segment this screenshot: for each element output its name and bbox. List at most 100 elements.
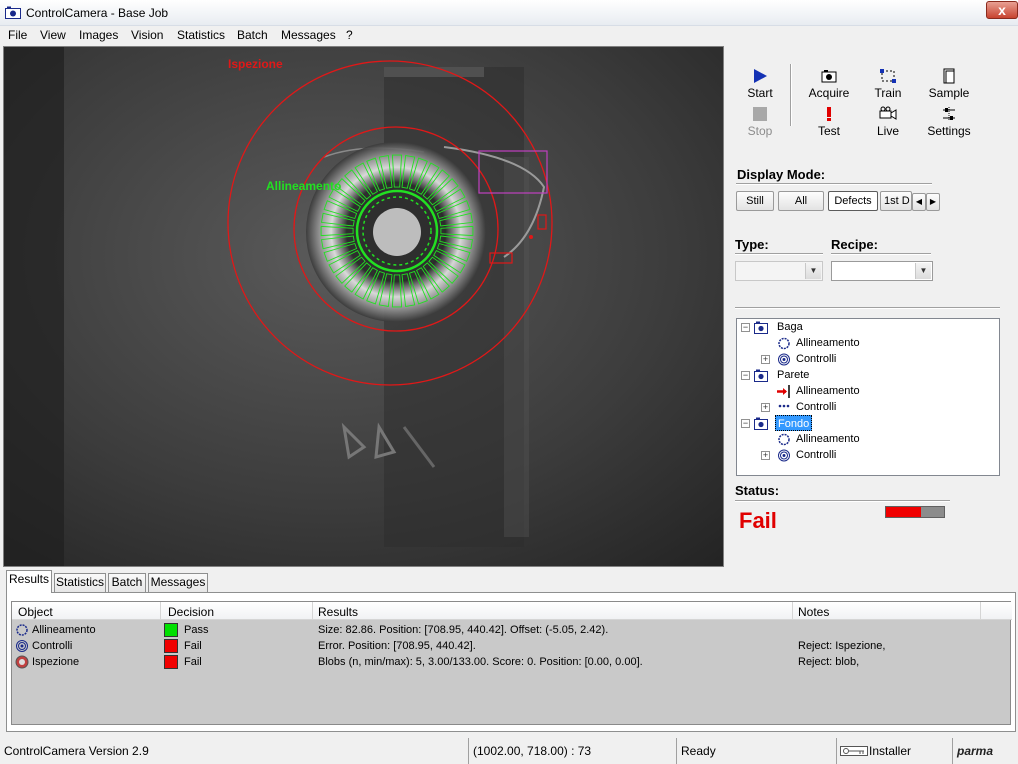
type-select[interactable]: ▼ bbox=[735, 261, 823, 281]
display-mode-first-defect-button[interactable]: 1st D bbox=[880, 191, 912, 211]
test-button[interactable]: Test bbox=[812, 106, 846, 138]
sample-label: Sample bbox=[928, 86, 970, 100]
table-row[interactable]: Allineamento Pass Size: 82.86. Position:… bbox=[12, 622, 1012, 638]
expand-toggle-baga-controlli[interactable]: + bbox=[761, 355, 770, 364]
scroll-right-button[interactable]: ▶ bbox=[926, 193, 940, 211]
alignment-gear-icon bbox=[16, 624, 28, 636]
table-row[interactable]: Ispezione Fail Blobs (n, min/max): 5, 3.… bbox=[12, 654, 1012, 670]
display-mode-label: Display Mode: bbox=[737, 167, 826, 182]
decision-swatch bbox=[164, 655, 178, 669]
tree-item-parete-allineamento[interactable]: Allineamento bbox=[796, 383, 860, 399]
toolbar-separator bbox=[790, 64, 792, 126]
camera-image-viewer[interactable]: Ispezione Allineamento bbox=[3, 46, 724, 567]
row-decision: Fail bbox=[184, 656, 202, 668]
start-button[interactable]: Start bbox=[740, 68, 780, 100]
status-value: Fail bbox=[739, 508, 777, 533]
row-results: Size: 82.86. Position: [708.95, 440.42].… bbox=[318, 624, 609, 636]
table-row[interactable]: Controlli Fail Error. Position: [708.95,… bbox=[12, 638, 1012, 654]
status-version: ControlCamera Version 2.9 bbox=[4, 744, 149, 758]
column-header-notes[interactable]: Notes bbox=[798, 605, 829, 619]
inspection-image bbox=[4, 47, 723, 566]
menu-view[interactable]: View bbox=[40, 28, 66, 42]
column-header-results[interactable]: Results bbox=[318, 605, 358, 619]
tab-messages[interactable]: Messages bbox=[148, 573, 208, 592]
status-bar: ControlCamera Version 2.9 (1002.00, 718.… bbox=[0, 738, 1018, 764]
collapse-toggle-parete[interactable]: − bbox=[741, 371, 750, 380]
tree-item-parete[interactable]: Parete bbox=[777, 367, 809, 383]
tree-item-baga-allineamento[interactable]: Allineamento bbox=[796, 335, 860, 351]
live-button[interactable]: Live bbox=[872, 106, 904, 138]
dots-icon bbox=[778, 404, 790, 408]
scroll-left-button[interactable]: ◀ bbox=[912, 193, 926, 211]
tree-item-baga[interactable]: Baga bbox=[777, 319, 803, 335]
display-mode-divider bbox=[736, 183, 932, 185]
column-header-object[interactable]: Object bbox=[18, 605, 53, 619]
tab-statistics[interactable]: Statistics bbox=[54, 573, 106, 592]
chevron-down-icon: ▼ bbox=[805, 263, 821, 279]
collapse-toggle-baga[interactable]: − bbox=[741, 323, 750, 332]
row-results: Blobs (n, min/max): 5, 3.00/133.00. Scor… bbox=[318, 656, 643, 668]
recipe-select[interactable]: ▼ bbox=[831, 261, 933, 281]
tree-item-parete-controlli[interactable]: Controlli bbox=[796, 399, 836, 415]
display-mode-all-button[interactable]: All bbox=[778, 191, 824, 211]
menu-messages[interactable]: Messages bbox=[281, 28, 336, 42]
row-object: Ispezione bbox=[32, 656, 80, 668]
row-decision: Pass bbox=[184, 624, 209, 636]
type-divider bbox=[735, 253, 823, 255]
menu-batch[interactable]: Batch bbox=[237, 28, 268, 42]
train-label: Train bbox=[874, 86, 902, 100]
menu-vision[interactable]: Vision bbox=[131, 28, 163, 42]
train-button[interactable]: Train bbox=[870, 68, 906, 100]
column-header-decision[interactable]: Decision bbox=[168, 605, 214, 619]
stop-button[interactable]: Stop bbox=[740, 106, 780, 138]
results-table[interactable]: Object Decision Results Notes Allineamen… bbox=[11, 601, 1012, 725]
application-window: ControlCamera - Base Job x File View Ima… bbox=[0, 0, 1018, 764]
display-mode-still-button[interactable]: Still bbox=[736, 191, 774, 211]
status-label: Status: bbox=[735, 483, 780, 498]
camera-icon bbox=[754, 417, 768, 430]
test-label: Test bbox=[817, 124, 840, 138]
status-user-label: Installer bbox=[869, 744, 912, 758]
recipe-label: Recipe: bbox=[831, 237, 878, 252]
menu-bar: File View Images Vision Statistics Batch… bbox=[0, 26, 1018, 45]
tab-results[interactable]: Results bbox=[6, 570, 52, 593]
tree-item-fondo-controlli[interactable]: Controlli bbox=[796, 447, 836, 463]
tree-item-baga-controlli[interactable]: Controlli bbox=[796, 351, 836, 367]
tree-item-fondo-allineamento[interactable]: Allineamento bbox=[796, 431, 860, 447]
parma-logo-text: parma bbox=[957, 744, 994, 758]
results-tabs: Results Statistics Batch Messages bbox=[6, 570, 1016, 593]
train-region-icon bbox=[880, 69, 896, 83]
key-icon bbox=[840, 746, 868, 756]
live-label: Live bbox=[876, 124, 899, 138]
expand-toggle-fondo-controlli[interactable]: + bbox=[761, 451, 770, 460]
alignment-gear-icon bbox=[778, 337, 790, 350]
recipe-divider bbox=[831, 253, 931, 255]
menu-file[interactable]: File bbox=[8, 28, 27, 42]
target-icon bbox=[778, 449, 790, 462]
decision-swatch bbox=[164, 623, 178, 637]
camera-icon bbox=[754, 369, 768, 382]
menu-images[interactable]: Images bbox=[79, 28, 118, 42]
acquire-button[interactable]: Acquire bbox=[806, 68, 852, 100]
stop-icon bbox=[753, 107, 767, 121]
tab-batch[interactable]: Batch bbox=[108, 573, 146, 592]
inspection-tree[interactable]: − Baga Allineamento + Controlli − Parete… bbox=[736, 318, 1000, 476]
display-mode-defects-button[interactable]: Defects bbox=[828, 191, 878, 211]
tree-divider bbox=[735, 307, 1000, 309]
parma-logo: parma bbox=[952, 738, 1018, 764]
status-state: Ready bbox=[676, 738, 834, 764]
tree-item-fondo[interactable]: Fondo bbox=[775, 415, 813, 431]
start-label: Start bbox=[747, 86, 773, 100]
status-user[interactable]: Installer bbox=[836, 738, 950, 764]
sample-button[interactable]: Sample bbox=[926, 68, 972, 100]
collapse-toggle-fondo[interactable]: − bbox=[741, 419, 750, 428]
overlay-label-inspection: Ispezione bbox=[228, 57, 283, 71]
menu-statistics[interactable]: Statistics bbox=[177, 28, 225, 42]
expand-toggle-parete-controlli[interactable]: + bbox=[761, 403, 770, 412]
settings-button[interactable]: Settings bbox=[926, 106, 972, 138]
row-object: Allineamento bbox=[32, 624, 96, 636]
menu-help[interactable]: ? bbox=[346, 28, 353, 42]
results-table-header: Object Decision Results Notes bbox=[12, 602, 1012, 620]
status-progress-fill bbox=[886, 507, 921, 517]
close-button[interactable]: x bbox=[986, 1, 1018, 19]
